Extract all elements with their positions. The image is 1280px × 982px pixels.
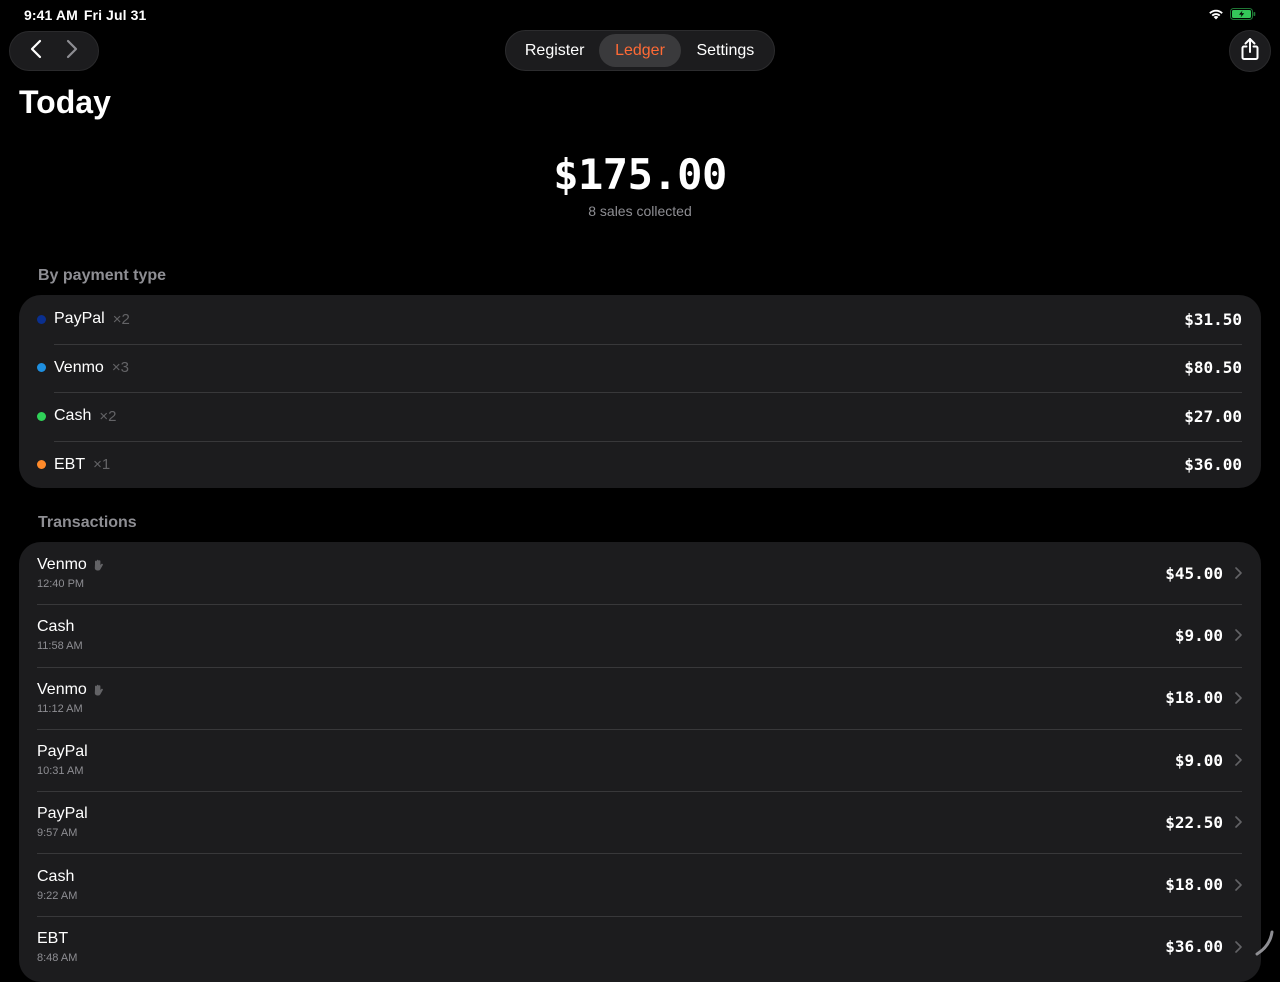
transaction-info: PayPal 9:57 AM xyxy=(37,805,88,839)
transaction-method-line: Venmo xyxy=(37,556,103,574)
transaction-amount: $22.50 xyxy=(1165,812,1223,832)
transaction-time: 12:40 PM xyxy=(37,578,85,591)
cash-color-dot xyxy=(37,411,46,421)
payment-row-cash: Cash ×2 $27.00 xyxy=(19,392,1261,441)
chevron-right-icon xyxy=(1235,754,1242,766)
payment-row-paypal: PayPal ×2 $31.50 xyxy=(19,295,1261,344)
transaction-amount: $18.00 xyxy=(1165,688,1223,708)
transaction-amount: $18.00 xyxy=(1165,875,1223,895)
transaction-method: Venmo xyxy=(37,680,87,698)
transaction-method-line: PayPal xyxy=(37,805,88,823)
payment-count: ×3 xyxy=(111,359,129,377)
transaction-method: Cash xyxy=(37,618,75,636)
transaction-row[interactable]: EBT 8:48 AM $36.00 xyxy=(19,915,1261,978)
back-button[interactable] xyxy=(19,34,53,68)
payment-name: EBT xyxy=(54,455,86,473)
payment-row-venmo: Venmo ×3 $80.50 xyxy=(19,343,1261,393)
transaction-row[interactable]: Cash 9:22 AM $18.00 xyxy=(19,853,1261,915)
chevron-right-icon xyxy=(1235,629,1242,642)
transaction-method-line: Cash xyxy=(37,868,77,886)
transaction-info: PayPal 10:31 AM xyxy=(37,743,88,777)
hand-icon xyxy=(93,559,103,571)
share-icon xyxy=(1240,37,1260,66)
transactions-heading: Transactions xyxy=(38,514,137,531)
tab-switcher: Register Ledger Settings xyxy=(505,30,775,71)
payment-name: Cash xyxy=(54,407,92,425)
transaction-time: 11:12 AM xyxy=(37,702,83,715)
venmo-color-dot xyxy=(37,363,46,373)
payment-type-card: PayPal ×2 $31.50 Venmo ×3 $80.50 Cash ×2… xyxy=(19,295,1261,488)
payment-amount: $27.00 xyxy=(1184,406,1242,426)
chevron-right-icon xyxy=(1235,878,1242,891)
status-bar: 9:41 AM Fri Jul 31 xyxy=(0,0,1280,30)
ebt-color-dot xyxy=(37,460,46,470)
chevron-right-icon xyxy=(1235,816,1242,829)
transaction-time: 9:22 AM xyxy=(37,889,78,902)
transaction-row[interactable]: PayPal 10:31 AM $9.00 xyxy=(19,728,1261,791)
transaction-method: Cash xyxy=(37,867,75,885)
transaction-time: 8:48 AM xyxy=(37,951,78,964)
scroll-indicator[interactable] xyxy=(1254,930,1274,958)
share-button[interactable] xyxy=(1229,30,1271,72)
tab-register[interactable]: Register xyxy=(510,34,599,67)
hand-icon xyxy=(93,684,103,696)
wifi-icon xyxy=(1208,7,1224,25)
chevron-right-icon xyxy=(1235,691,1242,704)
payment-row-ebt: EBT ×1 $36.00 xyxy=(19,440,1261,489)
transaction-method: EBT xyxy=(37,929,69,947)
status-time: 9:41 AM Fri Jul 31 xyxy=(24,7,146,23)
transaction-time: 10:31 AM xyxy=(37,765,84,778)
chevron-right-icon xyxy=(1235,567,1242,579)
transaction-amount: $45.00 xyxy=(1165,563,1223,583)
history-nav xyxy=(9,31,99,71)
transaction-info: Venmo 11:12 AM xyxy=(37,681,103,715)
payment-name: PayPal xyxy=(54,310,105,328)
transaction-info: EBT 8:48 AM xyxy=(37,930,77,964)
status-icons xyxy=(1208,7,1256,25)
payment-amount: $80.50 xyxy=(1184,358,1242,378)
transaction-info: Cash 11:58 AM xyxy=(37,618,83,652)
transaction-amount: $36.00 xyxy=(1165,937,1223,957)
total-amount: $175.00 xyxy=(553,150,727,199)
transaction-row[interactable]: Cash 11:58 AM $9.00 xyxy=(19,604,1261,666)
transactions-card: Venmo 12:40 PM $45.00 Cash 11:58 AM $9.0… xyxy=(19,542,1261,982)
transaction-amount: $9.00 xyxy=(1174,750,1223,770)
date-text: Fri Jul 31 xyxy=(83,7,147,23)
transaction-method-line: Cash xyxy=(37,618,83,636)
battery-icon xyxy=(1230,7,1256,25)
payment-amount: $31.50 xyxy=(1184,309,1242,329)
transaction-row[interactable]: Venmo 11:12 AM $18.00 xyxy=(19,666,1261,729)
payment-count: ×2 xyxy=(112,310,130,328)
transaction-row[interactable]: PayPal 9:57 AM $22.50 xyxy=(19,791,1261,853)
transaction-row[interactable]: Venmo 12:40 PM $45.00 xyxy=(19,542,1261,604)
forward-button[interactable] xyxy=(55,34,89,68)
tab-ledger[interactable]: Ledger xyxy=(599,34,681,67)
transaction-method-line: PayPal xyxy=(37,743,88,761)
transaction-info: Venmo 12:40 PM xyxy=(37,556,103,590)
paypal-color-dot xyxy=(37,314,46,324)
chevron-right-icon xyxy=(1235,941,1242,953)
chevron-right-icon xyxy=(66,39,78,64)
transaction-method-line: Venmo xyxy=(37,681,103,699)
clock-text: 9:41 AM xyxy=(24,7,78,23)
transaction-method: Venmo xyxy=(37,556,87,574)
transaction-method: PayPal xyxy=(37,743,88,761)
payment-name: Venmo xyxy=(54,358,104,376)
page-title: Today xyxy=(19,84,111,120)
chevron-left-icon xyxy=(30,39,42,64)
transaction-method-line: EBT xyxy=(37,930,77,948)
payment-count: ×2 xyxy=(99,407,117,425)
tab-settings[interactable]: Settings xyxy=(681,34,770,67)
transaction-time: 11:58 AM xyxy=(37,640,83,653)
sales-count: 8 sales collected xyxy=(588,203,692,219)
transaction-time: 9:57 AM xyxy=(37,827,78,840)
payment-amount: $36.00 xyxy=(1184,455,1242,475)
payment-type-heading: By payment type xyxy=(38,267,167,284)
transaction-method: PayPal xyxy=(37,805,88,823)
transaction-amount: $9.00 xyxy=(1174,625,1223,645)
payment-count: ×1 xyxy=(93,456,111,474)
transaction-info: Cash 9:22 AM xyxy=(37,868,77,902)
